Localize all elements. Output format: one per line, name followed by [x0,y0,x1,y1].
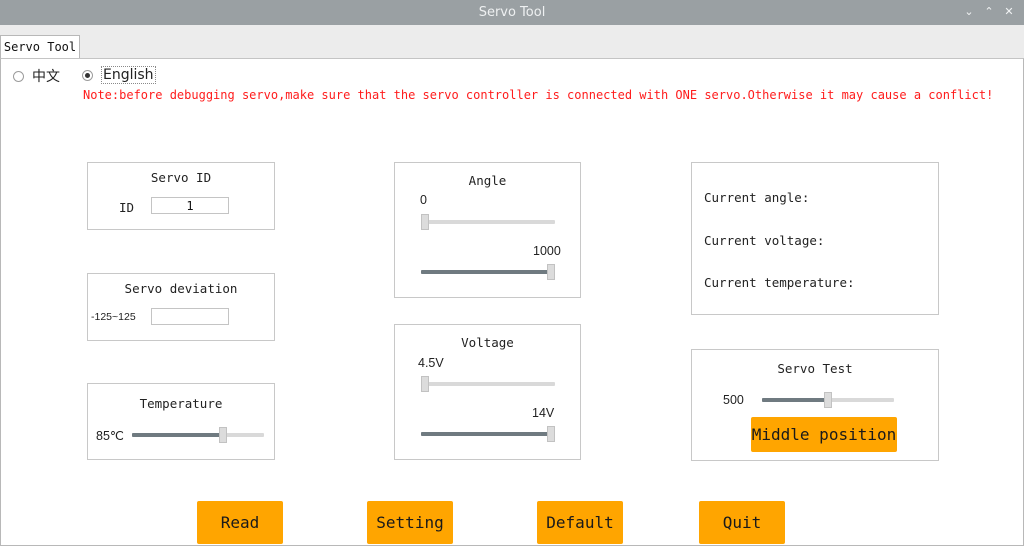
current-voltage-label: Current voltage: [704,233,825,248]
maximize-icon[interactable]: ⌃ [981,4,997,20]
language-radio-english[interactable]: English [82,66,156,84]
status-group: Current angle: Current voltage: Current … [691,162,939,315]
slider-handle[interactable] [824,392,832,408]
servo-test-group: Servo Test 500 Middle position [691,349,939,461]
slider-fill [132,433,223,437]
angle-max-label: 1000 [533,244,561,258]
close-icon[interactable]: ✕ [1001,4,1017,20]
read-button[interactable]: Read [197,501,283,544]
temperature-slider[interactable] [132,427,264,443]
servo-id-group: Servo ID ID [87,162,275,230]
slider-fill [421,432,551,436]
slider-handle[interactable] [547,426,555,442]
voltage-group: Voltage 4.5V 14V [394,324,581,460]
window-title: Servo Tool [478,5,546,20]
slider-handle[interactable] [421,214,429,230]
slider-track [421,220,555,224]
current-angle-label: Current angle: [704,190,810,205]
servo-deviation-input[interactable] [151,308,229,325]
angle-min-slider[interactable] [421,214,555,230]
tab-servo-tool[interactable]: Servo Tool [0,35,80,60]
tab-bar: Servo Tool [0,25,1024,60]
slider-handle[interactable] [421,376,429,392]
voltage-max-label: 14V [532,406,555,420]
slider-track [421,382,555,386]
window-titlebar: Servo Tool ⌄ ⌃ ✕ [0,0,1024,25]
servo-id-title: Servo ID [150,170,212,185]
voltage-max-slider[interactable] [421,426,555,442]
servo-deviation-group: Servo deviation -125~125 [87,273,275,341]
angle-title: Angle [468,173,507,188]
slider-fill [421,270,551,274]
radio-checked-icon [82,69,93,81]
setting-button[interactable]: Setting [367,501,453,544]
voltage-title: Voltage [461,335,514,350]
radio-unchecked-icon [13,70,24,82]
current-temperature-label: Current temperature: [704,275,855,290]
radio-label-english: English [101,66,156,84]
servo-deviation-title: Servo deviation [124,281,238,296]
angle-group: Angle 0 1000 [394,162,581,298]
temperature-title: Temperature [139,396,223,411]
middle-position-button[interactable]: Middle position [751,417,897,452]
voltage-min-label: 4.5V [418,356,444,370]
voltage-min-slider[interactable] [421,376,555,392]
tab-panel: 中文 English Note:before debugging servo,m… [0,58,1024,546]
servo-test-slider[interactable] [762,392,894,408]
warning-note: Note:before debugging servo,make sure th… [83,88,994,102]
slider-handle[interactable] [219,427,227,443]
app-body: Servo Tool 中文 English Note:before debugg… [0,25,1024,555]
temperature-value-label: 85℃ [96,429,124,443]
temperature-group: Temperature 85℃ [87,383,275,460]
angle-max-slider[interactable] [421,264,555,280]
default-button[interactable]: Default [537,501,623,544]
servo-test-value-label: 500 [723,393,744,407]
radio-label-chinese: 中文 [32,69,60,85]
deviation-range-label: -125~125 [91,311,136,323]
servo-id-input[interactable] [151,197,229,214]
language-radio-chinese[interactable]: 中文 [13,66,60,86]
slider-fill [762,398,828,402]
servo-id-label: ID [119,200,135,215]
minimize-icon[interactable]: ⌄ [961,4,977,20]
servo-test-title: Servo Test [777,361,853,376]
quit-button[interactable]: Quit [699,501,785,544]
angle-min-label: 0 [420,193,427,207]
slider-handle[interactable] [547,264,555,280]
